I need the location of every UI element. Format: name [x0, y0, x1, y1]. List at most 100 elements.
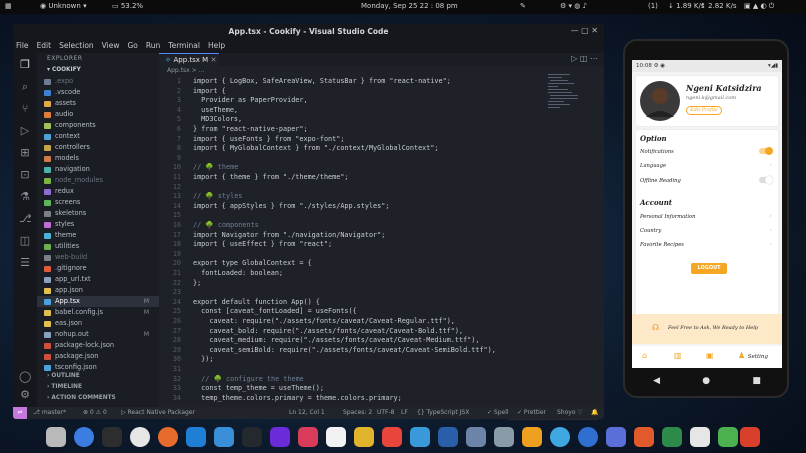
- remote-icon[interactable]: ⊡: [19, 169, 31, 181]
- offline-toggle[interactable]: [759, 176, 773, 184]
- menu-edit[interactable]: Edit: [37, 39, 52, 53]
- extensions-icon[interactable]: ⊞: [19, 147, 31, 159]
- cursor-position[interactable]: Ln 12, Col 1: [289, 407, 325, 419]
- globe-icon[interactable]: [550, 427, 570, 447]
- app-store-icon[interactable]: [634, 427, 654, 447]
- menu-selection[interactable]: Selection: [59, 39, 94, 53]
- help-banner[interactable]: ☊ Feel Free to Ask, We Ready to Help: [632, 314, 782, 344]
- android-studio-icon[interactable]: [214, 427, 234, 447]
- file-tree-item[interactable]: .vscode: [37, 87, 159, 98]
- prettier-indicator[interactable]: ✓ Prettier: [517, 407, 546, 419]
- file-tree-item[interactable]: controllers: [37, 142, 159, 153]
- user-indicator[interactable]: Shoyo ♡: [557, 407, 583, 419]
- file-tree-item[interactable]: nohup.out M: [37, 329, 159, 340]
- recents-icon[interactable]: ■: [752, 376, 761, 386]
- download-icon[interactable]: [740, 427, 760, 447]
- setting-tab[interactable]: ♟ Setting: [738, 351, 768, 360]
- logout-button[interactable]: LOGOUT: [691, 263, 727, 274]
- menu-icon[interactable]: ▦: [5, 2, 12, 10]
- file-tree-item[interactable]: theme: [37, 230, 159, 241]
- gitkraken-icon[interactable]: [298, 427, 318, 447]
- spell-indicator[interactable]: ✓ Spell: [487, 407, 509, 419]
- home-icon[interactable]: ⌂: [642, 351, 647, 360]
- remote-indicator-icon[interactable]: ⇌: [13, 407, 27, 419]
- file-tree-item[interactable]: audio: [37, 109, 159, 120]
- branch-indicator[interactable]: ⎇ master*: [33, 407, 66, 419]
- trash-icon[interactable]: [690, 427, 710, 447]
- menu-go[interactable]: Go: [127, 39, 137, 53]
- action-comments-section[interactable]: › ACTION COMMENTS: [37, 393, 159, 404]
- notification-count[interactable]: (1): [648, 2, 658, 10]
- account-personal-info[interactable]: Personal Information: [640, 214, 695, 220]
- indentation[interactable]: Spaces: 2: [343, 407, 372, 419]
- bell-icon[interactable]: 🔔: [591, 407, 598, 419]
- edit-profile-button[interactable]: Edit Profile: [686, 106, 722, 115]
- gear-icon[interactable]: ⚙: [19, 389, 31, 401]
- file-tree-item[interactable]: assets: [37, 98, 159, 109]
- home-button-icon[interactable]: ●: [702, 376, 710, 386]
- files-app-icon[interactable]: [46, 427, 66, 447]
- tray-icons[interactable]: ⚙ ▾ ◍ ♪: [560, 2, 587, 10]
- code-view[interactable]: 1 import { LogBox, SafeAreaView, StatusBa…: [159, 75, 604, 407]
- option-language[interactable]: Language: [640, 163, 666, 169]
- bag-icon[interactable]: ▣: [706, 351, 714, 360]
- account-favorite-recipes[interactable]: Favorite Recipes: [640, 242, 684, 248]
- packager-indicator[interactable]: ▷ React Native Packager: [121, 407, 195, 419]
- workspace-indicator[interactable]: ◉ Unknown ▾: [40, 2, 87, 10]
- file-tree-item[interactable]: components: [37, 120, 159, 131]
- firefox-icon[interactable]: [158, 427, 178, 447]
- close-icon[interactable]: ✕: [210, 56, 216, 64]
- language-mode[interactable]: {} TypeScript JSX: [417, 407, 469, 419]
- virtualbox-icon[interactable]: [438, 427, 458, 447]
- book-icon[interactable]: ▥: [674, 351, 682, 360]
- yellow-app-icon[interactable]: [354, 427, 374, 447]
- tab-app-tsx[interactable]: ⚛ App.tsx M ✕: [159, 53, 219, 66]
- file-tree-item[interactable]: App.tsx M: [37, 296, 159, 307]
- menu-file[interactable]: File: [16, 39, 29, 53]
- menu-terminal[interactable]: Terminal: [168, 39, 200, 53]
- search-icon[interactable]: ⌕: [19, 81, 31, 93]
- file-tree-item[interactable]: context: [37, 131, 159, 142]
- outline-section[interactable]: › OUTLINE: [37, 371, 159, 382]
- file-tree-item[interactable]: screens: [37, 197, 159, 208]
- testing-icon[interactable]: ⚗: [19, 191, 31, 203]
- notifications-toggle[interactable]: [759, 147, 773, 155]
- vpn-icon[interactable]: [662, 427, 682, 447]
- timeline-section[interactable]: › TIMELINE: [37, 382, 159, 393]
- trello-icon[interactable]: [410, 427, 430, 447]
- project-root[interactable]: ▾ COOKIFY: [37, 65, 159, 76]
- file-tree-item[interactable]: app.json: [37, 285, 159, 296]
- bird-icon[interactable]: [494, 427, 514, 447]
- window-controls[interactable]: — ▢ ✕: [571, 26, 598, 35]
- source-control-icon[interactable]: ⑂: [19, 103, 31, 115]
- green-app-icon[interactable]: [718, 427, 738, 447]
- file-tree-item[interactable]: web-build: [37, 252, 159, 263]
- list-app-icon[interactable]: [606, 427, 626, 447]
- menu-help[interactable]: Help: [208, 39, 225, 53]
- problems-indicator[interactable]: ⊗ 0 ⚠ 0: [83, 407, 107, 419]
- file-tree-item[interactable]: navigation: [37, 164, 159, 175]
- file-tree-item[interactable]: babel.config.js M: [37, 307, 159, 318]
- terminal-icon[interactable]: [102, 427, 122, 447]
- back-icon[interactable]: ◀: [653, 376, 660, 386]
- twitch-icon[interactable]: [270, 427, 290, 447]
- menu-view[interactable]: View: [102, 39, 120, 53]
- battery-indicator[interactable]: ▭ 53.2%: [112, 2, 143, 10]
- minimap[interactable]: [548, 73, 580, 113]
- file-tree-item[interactable]: eas.json: [37, 318, 159, 329]
- file-tree-item[interactable]: .expo: [37, 76, 159, 87]
- editor-actions[interactable]: ▷ ◫ ⋯: [571, 54, 598, 63]
- file-tree-item[interactable]: models: [37, 153, 159, 164]
- file-tree-item[interactable]: .gitignore: [37, 263, 159, 274]
- files-icon[interactable]: ❐: [19, 59, 31, 71]
- pen-icon[interactable]: ✎: [520, 2, 526, 10]
- encoding[interactable]: UTF-8: [377, 407, 395, 419]
- file-tree-item[interactable]: utilities: [37, 241, 159, 252]
- clock[interactable]: Monday, Sep 25 22 : 08 pm: [361, 2, 458, 10]
- tree-icon[interactable]: ☰: [19, 257, 31, 269]
- notion-icon[interactable]: [326, 427, 346, 447]
- account-country[interactable]: Country: [640, 228, 661, 234]
- t-app-icon[interactable]: [578, 427, 598, 447]
- docker-icon[interactable]: ◫: [19, 235, 31, 247]
- file-tree-item[interactable]: skeletons: [37, 208, 159, 219]
